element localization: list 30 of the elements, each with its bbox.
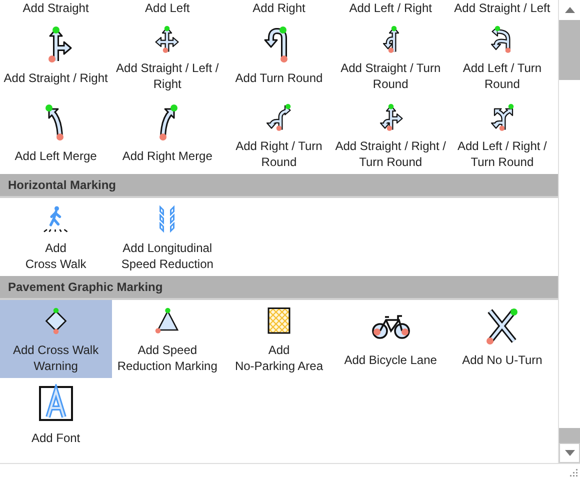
marking-tool-item[interactable]: Add Speed Reduction Marking (112, 300, 224, 378)
scroll-down-icon[interactable] (559, 443, 580, 463)
marking-tool-item[interactable]: Add Left / Right (334, 0, 446, 18)
marking-tool-item[interactable]: Add Straight / Left / Right (112, 18, 224, 96)
marking-tool-item[interactable]: Add Font (0, 378, 112, 456)
section-header: Pavement Graphic Marking (0, 276, 558, 300)
marking-tool-item[interactable]: Add Right (223, 0, 335, 18)
marking-tool-item[interactable]: Add Left / Turn Round (446, 18, 558, 96)
marking-tool-item[interactable]: Add Turn Round (223, 18, 335, 96)
marking-tool-item[interactable]: Add Left / Right / Turn Round (446, 96, 558, 174)
marking-tool-item[interactable]: Add Cross Walk (0, 198, 112, 276)
marking-tool-item[interactable]: Add Longitudinal Speed Reduction (112, 198, 224, 276)
marking-tool-item[interactable]: Add Left (112, 0, 224, 18)
scroll-track-end (559, 428, 580, 443)
marking-tool-item[interactable]: Add No-Parking Area (223, 300, 335, 378)
marking-tool-item[interactable]: Add Cross Walk Warning (0, 300, 112, 378)
marking-tool-item[interactable]: Add Straight / Left (446, 0, 558, 18)
marking-tool-item[interactable]: Add Right Merge (112, 96, 224, 174)
marking-tool-item[interactable]: Add Right / Turn Round (223, 96, 335, 174)
marking-tool-item[interactable]: Add Bicycle Lane (334, 300, 446, 378)
scrollbar[interactable] (558, 0, 580, 463)
marking-tool-item[interactable]: Add Straight (0, 0, 112, 18)
marking-tool-item[interactable]: Add Left Merge (0, 96, 112, 174)
scroll-thumb[interactable] (559, 20, 580, 80)
marking-tool-item[interactable]: Add Straight / Right (0, 18, 112, 96)
marking-tool-item[interactable]: Add Straight / Right / Turn Round (334, 96, 446, 174)
marking-tool-item[interactable]: Add No U-Turn (446, 300, 558, 378)
marking-tool-item[interactable]: Add Straight / Turn Round (334, 18, 446, 96)
resize-grip-icon[interactable] (568, 467, 578, 477)
section-header: Horizontal Marking (0, 174, 558, 198)
